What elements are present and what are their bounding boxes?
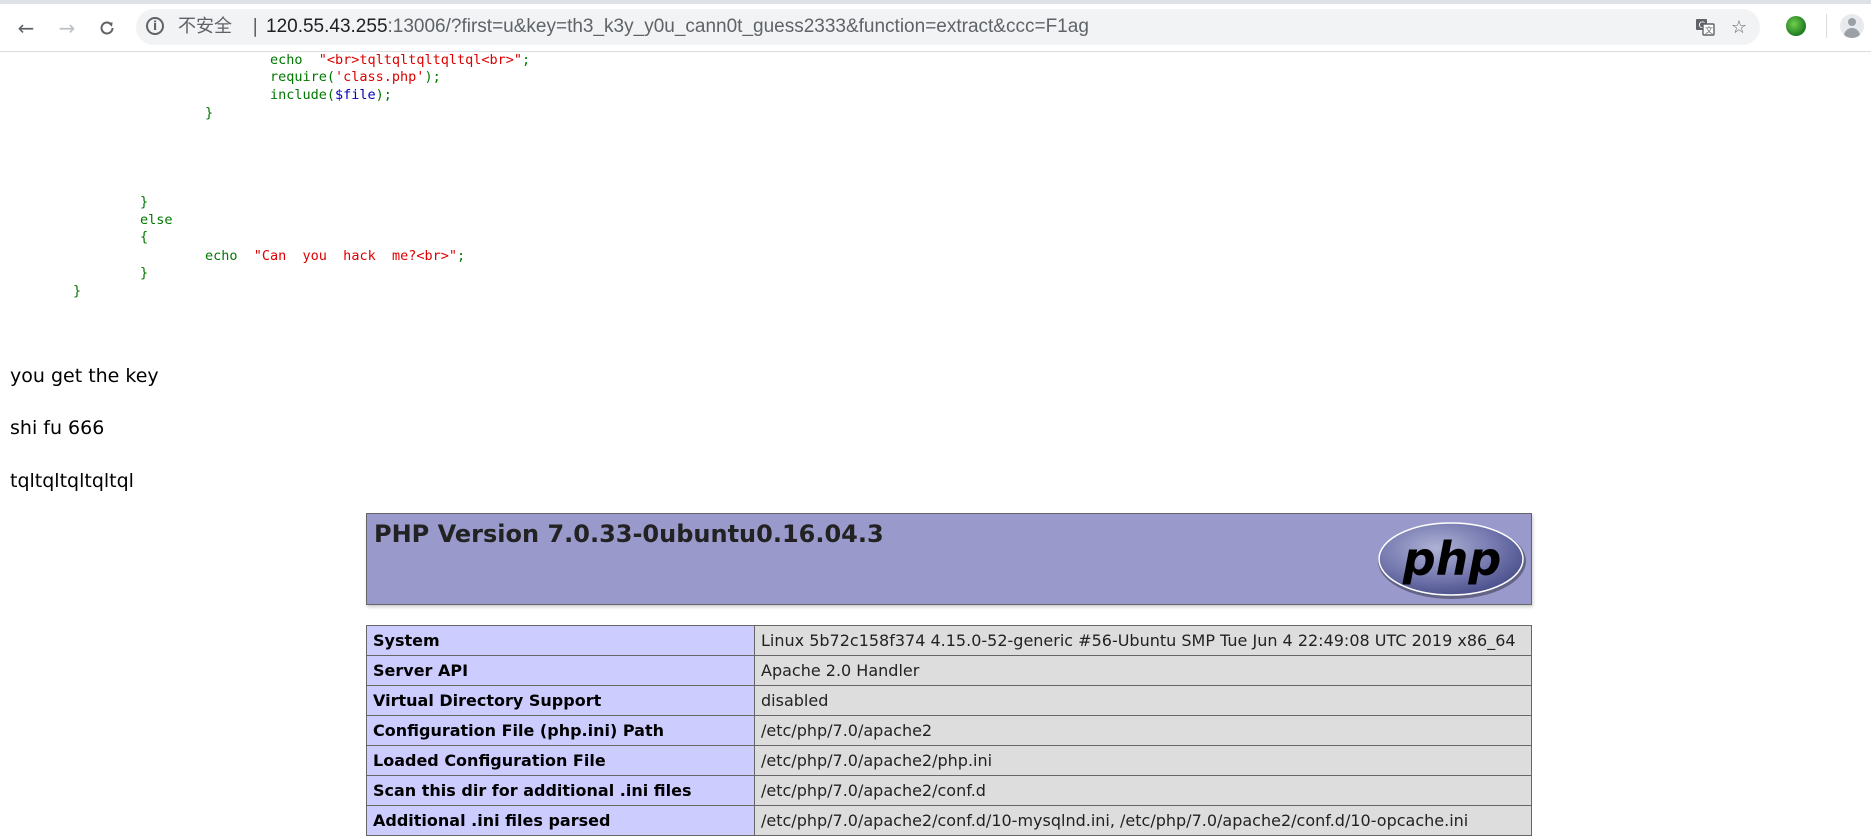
output-line: shi fu 666 — [10, 417, 105, 439]
address-bar[interactable]: i 不安全 | 120.55.43.255:13006/?first=u&key… — [136, 9, 1760, 45]
table-row: Virtual Directory Support disabled — [366, 685, 1532, 716]
info-icon[interactable]: i — [146, 17, 164, 35]
reload-button[interactable] — [93, 14, 121, 42]
forward-button[interactable]: → — [53, 14, 81, 42]
security-label[interactable]: 不安全 — [178, 17, 232, 37]
php-version-title: PHP Version 7.0.33-0ubuntu0.16.04.3 — [374, 520, 884, 548]
phpinfo-table: System Linux 5b72c158f374 4.15.0-52-gener… — [366, 625, 1532, 836]
phpinfo-header: PHP Version 7.0.33-0ubuntu0.16.04.3 php — [366, 513, 1532, 605]
translate-icon: G 文 — [1696, 19, 1715, 36]
php-logo-icon[interactable]: php — [1377, 521, 1527, 601]
url-text[interactable]: 120.55.43.255:13006/?first=u&key=th3_k3y… — [266, 16, 1089, 38]
bookmark-button[interactable]: ☆ — [1728, 17, 1750, 39]
output-line: tqltqltqltqltql — [10, 470, 134, 492]
code-line: include($file); — [270, 87, 392, 103]
code-line: echo "Can you hack me?<br>"; — [205, 248, 466, 264]
arrow-right-icon: → — [58, 16, 76, 40]
table-row: Server API Apache 2.0 Handler — [366, 655, 1532, 686]
browser-toolbar: ← → i 不安全 | 120.55.43.255:13006/?first=u… — [0, 0, 1871, 52]
code-line: } — [205, 105, 214, 121]
url-separator: | — [252, 15, 259, 37]
code-line: } — [73, 283, 82, 299]
toolbar-divider — [1826, 14, 1827, 38]
code-line: require('class.php'); — [270, 69, 441, 85]
back-button[interactable]: ← — [12, 14, 40, 42]
reload-icon — [100, 21, 114, 35]
star-icon: ☆ — [1730, 17, 1748, 38]
table-row: Loaded Configuration File/etc/php/7.0/ap… — [366, 745, 1532, 776]
code-line: else — [140, 212, 173, 228]
table-row: Additional .ini files parsed/etc/php/7.0… — [366, 805, 1532, 836]
avatar-icon[interactable] — [1840, 14, 1864, 38]
table-row: Configuration File (php.ini) Path/etc/ph… — [366, 715, 1532, 746]
code-line: echo "<br>tqltqltqltqltql<br>"; — [270, 52, 531, 68]
tab-strip — [0, 0, 1871, 4]
url-path[interactable]: :13006/?first=u&key=th3_k3y_y0u_cann0t_g… — [388, 16, 1089, 37]
svg-text:php: php — [1402, 532, 1502, 586]
code-line: } — [140, 194, 149, 210]
url-host[interactable]: 120.55.43.255 — [266, 16, 388, 37]
output-line: you get the key — [10, 365, 159, 387]
svg-text:文: 文 — [1705, 25, 1713, 35]
code-line: { — [140, 229, 149, 245]
code-line: } — [140, 265, 149, 281]
table-row: Scan this dir for additional .ini files /… — [366, 775, 1532, 806]
extension-icon[interactable] — [1786, 16, 1806, 36]
translate-button[interactable]: G 文 — [1694, 17, 1716, 39]
arrow-left-icon: ← — [17, 16, 35, 40]
table-row: System Linux 5b72c158f374 4.15.0-52-gener… — [366, 625, 1532, 656]
